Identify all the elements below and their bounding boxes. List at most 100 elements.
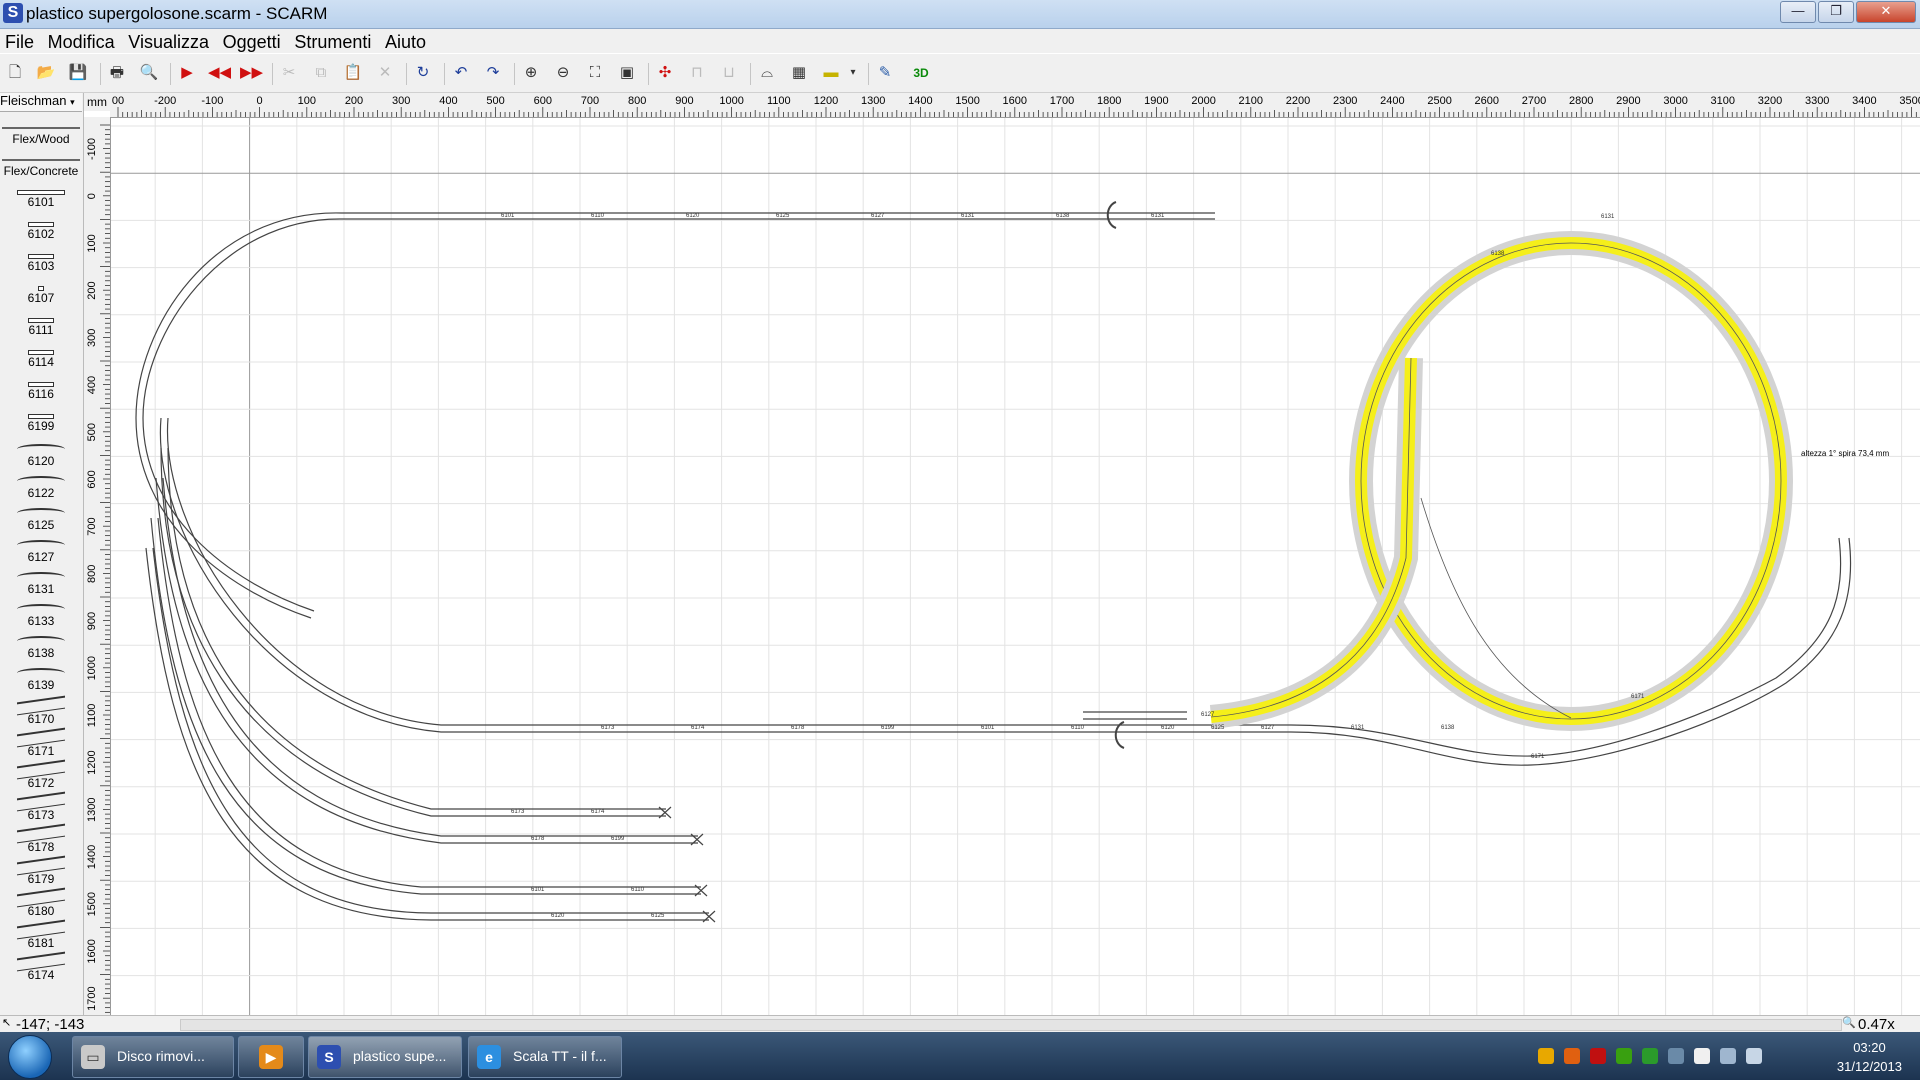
palette-item-6131[interactable]: 6131 <box>0 568 82 598</box>
palette-item-6111[interactable]: 6111 <box>0 312 82 342</box>
system-clock[interactable]: 03:20 31/12/2013 <box>1837 1038 1902 1076</box>
track-join-icon[interactable]: ⊓ <box>686 62 708 84</box>
measure-icon[interactable]: ✎ <box>874 62 896 84</box>
close-button[interactable]: ✕ <box>1856 1 1916 23</box>
palette-item-6178[interactable]: 6178 <box>0 823 82 854</box>
layout-canvas[interactable]: altezza 1° spira 73,4 mm 6101 6110 6120 612… <box>111 118 1920 1015</box>
save-icon[interactable]: 💾 <box>67 62 89 84</box>
palette-item-6171[interactable]: 6171 <box>0 727 82 758</box>
palette-item-6199[interactable]: 6199 <box>0 408 82 438</box>
cut-icon[interactable]: ✂ <box>278 62 300 84</box>
layer-dropdown-icon[interactable]: ▾ <box>842 62 864 84</box>
action-center-flag-icon[interactable] <box>1694 1048 1710 1064</box>
palette-item-6102[interactable]: 6102 <box>0 216 82 246</box>
tray-app-icon[interactable] <box>1538 1048 1554 1064</box>
undo-icon[interactable]: ↶ <box>450 62 472 84</box>
palette-item-6125[interactable]: 6125 <box>0 504 82 534</box>
track-piece-label: 6120 <box>686 213 700 219</box>
track-palette: Fleischman ▾ Flex/Wood Flex/Concrete 610… <box>0 93 84 1015</box>
tray-app-icon[interactable] <box>1642 1048 1658 1064</box>
palette-item-6181[interactable]: 6181 <box>0 919 82 950</box>
open-folder-icon[interactable]: 📂 <box>35 62 57 84</box>
delete-icon[interactable]: ✕ <box>374 62 396 84</box>
track-piece-label: 6125 <box>1211 725 1225 731</box>
palette-item-6179[interactable]: 6179 <box>0 855 82 886</box>
palette-item-6138[interactable]: 6138 <box>0 632 82 662</box>
category-flex-wood[interactable]: Flex/Wood <box>2 127 80 151</box>
task-media-player[interactable]: ▶ <box>238 1036 304 1078</box>
palette-item-6120[interactable]: 6120 <box>0 440 82 470</box>
bridge-icon[interactable]: ⌓ <box>756 62 778 84</box>
layer-icon[interactable]: ▬ <box>820 62 842 84</box>
acrobat-tray-icon[interactable] <box>1590 1048 1606 1064</box>
start-button[interactable] <box>8 1035 52 1079</box>
task-disco-rimovibile[interactable]: ▭ Disco rimovi... <box>72 1036 234 1078</box>
track-flip-icon[interactable]: ⊔ <box>718 62 740 84</box>
play-icon[interactable]: ▶ <box>176 62 198 84</box>
palette-item-6139[interactable]: 6139 <box>0 664 82 694</box>
horizontal-scrollbar[interactable] <box>180 1019 1842 1031</box>
zoom-fit-icon[interactable]: ⛶ <box>584 62 606 84</box>
ruler-unit: mm <box>84 93 110 111</box>
menu-oggetti[interactable]: Oggetti <box>218 29 286 53</box>
ruler-label: 1300 <box>86 798 98 822</box>
palette-item-6173[interactable]: 6173 <box>0 791 82 822</box>
task-internet-explorer[interactable]: e Scala TT - il f... <box>468 1036 622 1078</box>
paste-icon[interactable]: 📋 <box>342 62 364 84</box>
palette-item-6174[interactable]: 6174 <box>0 951 82 982</box>
palette-item-6107[interactable]: 6107 <box>0 280 82 310</box>
menu-file[interactable]: File <box>0 29 39 53</box>
palette-item-6122[interactable]: 6122 <box>0 472 82 502</box>
task-scarm[interactable]: S plastico supe... <box>308 1036 462 1078</box>
status-bar: ↖ -147; -143 🔍 0.47x <box>0 1015 1920 1033</box>
rotate-icon[interactable]: ↻ <box>412 62 434 84</box>
track-piece-label: 6120 <box>551 913 565 919</box>
zoom-out-icon[interactable]: ⊖ <box>552 62 574 84</box>
tunnel-icon[interactable]: ▦ <box>788 62 810 84</box>
3d-view-icon[interactable]: 3D <box>910 62 932 84</box>
track-piece-label: 6101 <box>501 213 515 219</box>
volume-icon[interactable] <box>1746 1048 1762 1064</box>
ruler-label: 2900 <box>1616 95 1640 107</box>
rewind-icon[interactable]: ◀◀ <box>208 62 231 84</box>
new-file-icon[interactable]: 🗋 <box>4 62 26 84</box>
zoom-level: 0.47x <box>1858 1016 1895 1033</box>
copy-icon[interactable]: ⧉ <box>310 62 332 84</box>
network-icon[interactable] <box>1720 1048 1736 1064</box>
palette-item-6127[interactable]: 6127 <box>0 536 82 566</box>
print-preview-icon[interactable]: 🔍 <box>138 62 160 84</box>
track-piece-label: 6125 <box>776 213 790 219</box>
tray-app-icon[interactable] <box>1564 1048 1580 1064</box>
fast-forward-icon[interactable]: ▶▶ <box>240 62 263 84</box>
track-split-icon[interactable]: ✣ <box>654 62 676 84</box>
menu-modifica[interactable]: Modifica <box>43 29 120 53</box>
palette-item-6116[interactable]: 6116 <box>0 376 82 406</box>
palette-item-6114[interactable]: 6114 <box>0 344 82 374</box>
palette-item-6172[interactable]: 6172 <box>0 759 82 790</box>
menu-aiuto[interactable]: Aiuto <box>380 29 431 53</box>
library-select[interactable]: Fleischman ▾ <box>0 93 82 112</box>
category-flex-concrete[interactable]: Flex/Concrete <box>2 159 80 183</box>
redo-icon[interactable]: ↷ <box>482 62 504 84</box>
track-piece-label: 6174 <box>691 725 705 731</box>
track-piece-label: 6131 <box>961 213 975 219</box>
palette-item-6133[interactable]: 6133 <box>0 600 82 630</box>
palette-item-6101[interactable]: 6101 <box>0 184 82 214</box>
tray-app-icon[interactable] <box>1668 1048 1684 1064</box>
palette-item-6180[interactable]: 6180 <box>0 887 82 918</box>
palette-item-6170[interactable]: 6170 <box>0 695 82 726</box>
track-layout-drawing[interactable]: altezza 1° spira 73,4 mm 6101 6110 6120 612… <box>111 118 1920 1015</box>
ruler-label: 1000 <box>719 95 743 107</box>
minimize-button[interactable]: — <box>1780 1 1816 23</box>
ruler-label: 2500 <box>1427 95 1451 107</box>
palette-item-label: 6180 <box>27 904 55 918</box>
zoom-in-icon[interactable]: ⊕ <box>520 62 542 84</box>
nvidia-tray-icon[interactable] <box>1616 1048 1632 1064</box>
zoom-100-icon[interactable]: ▣ <box>616 62 638 84</box>
print-icon[interactable]: 🖶 <box>106 62 128 84</box>
menu-visualizza[interactable]: Visualizza <box>123 29 214 53</box>
menu-strumenti[interactable]: Strumenti <box>289 29 376 53</box>
palette-item-6103[interactable]: 6103 <box>0 248 82 278</box>
upper-siding-track <box>135 212 1215 619</box>
maximize-button[interactable]: ❐ <box>1818 1 1854 23</box>
